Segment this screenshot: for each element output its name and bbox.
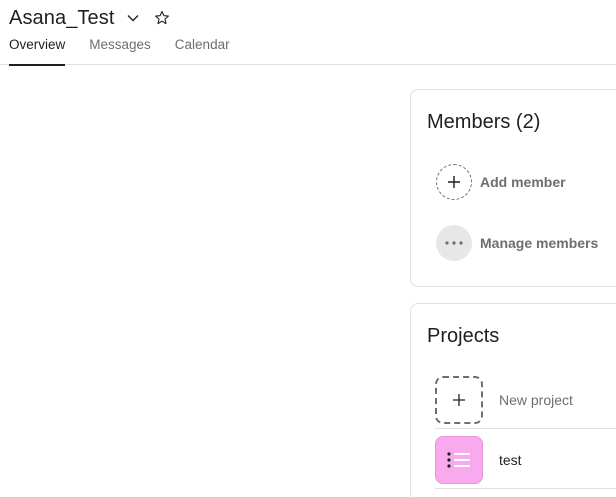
manage-members-button[interactable]: Manage members bbox=[436, 225, 598, 261]
tab-messages[interactable]: Messages bbox=[89, 37, 151, 65]
new-project-label: New project bbox=[499, 391, 573, 408]
plus-icon bbox=[436, 164, 472, 200]
projects-title: Projects bbox=[427, 325, 500, 347]
plus-icon bbox=[435, 375, 483, 424]
add-member-label: Add member bbox=[480, 174, 566, 190]
tab-calendar[interactable]: Calendar bbox=[175, 37, 230, 65]
members-title: Members (2) bbox=[427, 111, 541, 133]
new-project-button[interactable]: New project bbox=[435, 371, 616, 429]
tab-bar: Overview Messages Calendar bbox=[9, 37, 254, 66]
manage-members-label: Manage members bbox=[480, 235, 599, 251]
project-item[interactable]: test bbox=[435, 431, 616, 489]
page-title: Asana_Test bbox=[9, 6, 115, 29]
page-header: Asana_Test Overview Messages Calendar bbox=[0, 0, 616, 66]
list-icon bbox=[435, 435, 483, 484]
projects-card: Projects New project test bbox=[410, 303, 616, 497]
title-row: Asana_Test bbox=[9, 5, 171, 31]
tab-overview[interactable]: Overview bbox=[9, 37, 66, 66]
chevron-down-icon[interactable] bbox=[125, 10, 141, 26]
members-card: Members (2) Add member Manage members bbox=[410, 89, 616, 287]
ellipsis-icon bbox=[436, 225, 472, 261]
add-member-button[interactable]: Add member bbox=[436, 164, 566, 200]
star-icon[interactable] bbox=[153, 9, 171, 27]
project-name: test bbox=[499, 451, 522, 468]
